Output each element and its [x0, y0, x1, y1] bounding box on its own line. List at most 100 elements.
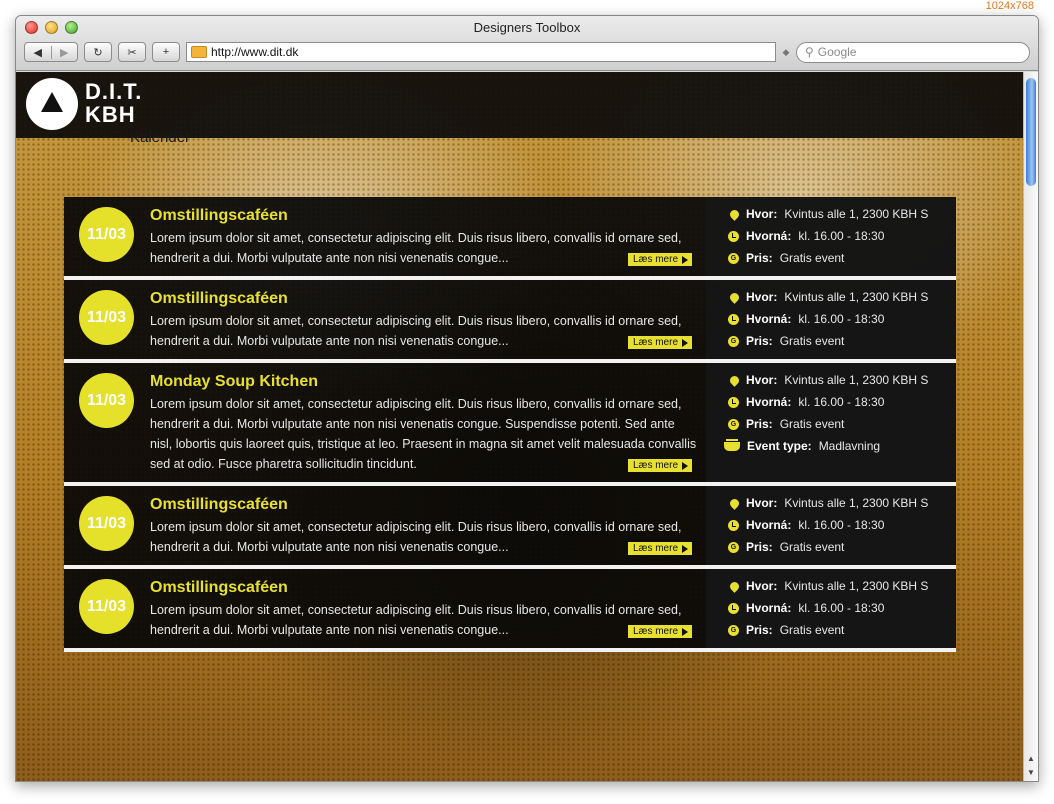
map-pin-icon — [728, 290, 741, 304]
snip-button[interactable]: ✂ — [118, 42, 146, 62]
when-row: Hvorná: kl. 16.00 - 18:30 — [728, 225, 956, 247]
event-description: Lorem ipsum dolor sit amet, consectetur … — [150, 231, 682, 265]
where-label: Hvor: — [746, 373, 778, 387]
event-details: Hvor: Kvintus alle 1, 2300 KBH S Hvorná: k… — [706, 363, 956, 482]
event-title[interactable]: Omstillingscaféen — [150, 207, 706, 225]
logo-triangle-icon — [41, 92, 63, 112]
event-title[interactable]: Omstillingscaféen — [150, 579, 706, 597]
when-label: Hvorná: — [746, 229, 792, 243]
back-forward-buttons: ◀ ▶ — [24, 42, 78, 62]
where-label: Hvor: — [746, 290, 778, 304]
read-more-button[interactable]: Læs mere — [627, 542, 692, 555]
where-value: Kvintus alle 1, 2300 KBH S — [784, 207, 929, 221]
browser-window: Designers Toolbox ◀ ▶ ↻ ✂ + http://www.d… — [15, 15, 1039, 782]
coin-icon: G — [728, 624, 739, 636]
where-value: Kvintus alle 1, 2300 KBH S — [784, 579, 929, 593]
search-icon: ⚲ — [805, 45, 814, 59]
map-pin-icon — [728, 373, 741, 387]
forward-button[interactable]: ▶ — [50, 45, 78, 59]
play-arrow-icon — [682, 255, 688, 264]
event-summary: 11/03 Omstillingscaféen Lorem ipsum dolo… — [64, 280, 706, 359]
map-pin-icon — [728, 579, 741, 593]
price-value: Gratis event — [779, 334, 845, 348]
logo-text[interactable]: D.I.T. KBH — [85, 80, 142, 126]
date-badge: 11/03 — [79, 290, 134, 345]
date-badge: 11/03 — [79, 496, 134, 551]
when-value: kl. 16.00 - 18:30 — [798, 601, 885, 615]
when-row: Hvorná: kl. 16.00 - 18:30 — [728, 391, 956, 413]
read-more-button[interactable]: Læs mere — [627, 336, 692, 349]
event-item: 11/03 Omstillingscaféen Lorem ipsum dolo… — [64, 197, 956, 280]
where-value: Kvintus alle 1, 2300 KBH S — [784, 496, 929, 510]
read-more-button[interactable]: Læs mere — [627, 459, 692, 472]
event-summary: 11/03 Omstillingscaféen Lorem ipsum dolo… — [64, 569, 706, 648]
logo-icon[interactable] — [26, 78, 78, 130]
price-row: G Pris: Gratis event — [728, 330, 956, 352]
logo-line-1: D.I.T. — [85, 79, 143, 104]
event-description: Lorem ipsum dolor sit amet, consectetur … — [150, 314, 682, 348]
scroll-down-icon[interactable]: ▼ — [1024, 768, 1038, 781]
scroll-thumb[interactable] — [1026, 78, 1036, 186]
event-title[interactable]: Monday Soup Kitchen — [150, 373, 706, 391]
when-label: Hvorná: — [746, 312, 792, 326]
play-arrow-icon — [682, 627, 688, 636]
when-value: kl. 16.00 - 18:30 — [798, 518, 885, 532]
price-value: Gratis event — [779, 623, 845, 637]
read-more-label: Læs mere — [632, 254, 678, 265]
search-field[interactable]: ⚲ Google — [796, 41, 1030, 63]
event-item: 11/03 Omstillingscaféen Lorem ipsum dolo… — [64, 569, 956, 652]
site-header: D.I.T. KBH Kalender — [16, 72, 1024, 146]
when-label: Hvorná: — [746, 601, 792, 615]
map-pin-icon — [728, 496, 741, 510]
logo-line-2: KBH — [85, 102, 136, 127]
event-description: Lorem ipsum dolor sit amet, consectetur … — [150, 520, 682, 554]
clock-icon — [728, 396, 739, 408]
vertical-scrollbar[interactable]: ▲ ▼ — [1023, 72, 1038, 781]
clock-icon — [728, 602, 739, 614]
reload-button[interactable]: ↻ — [84, 42, 112, 62]
when-label: Hvorná: — [746, 518, 792, 532]
event-title[interactable]: Omstillingscaféen — [150, 496, 706, 514]
when-row: Hvorná: kl. 16.00 - 18:30 — [728, 514, 956, 536]
event-description: Lorem ipsum dolor sit amet, consectetur … — [150, 397, 697, 471]
event-details: Hvor: Kvintus alle 1, 2300 KBH S Hvorná: k… — [706, 486, 956, 565]
event-summary: 11/03 Omstillingscaféen Lorem ipsum dolo… — [64, 197, 706, 276]
event-item: 11/03 Omstillingscaféen Lorem ipsum dolo… — [64, 486, 956, 569]
where-label: Hvor: — [746, 579, 778, 593]
read-more-button[interactable]: Læs mere — [627, 625, 692, 638]
address-bar[interactable]: http://www.dit.dk — [186, 42, 776, 62]
price-value: Gratis event — [779, 251, 845, 265]
event-type-value: Madlavning — [818, 439, 881, 453]
scroll-up-icon[interactable]: ▲ — [1024, 754, 1038, 767]
address-text: http://www.dit.dk — [211, 45, 299, 59]
event-summary: 11/03 Omstillingscaféen Lorem ipsum dolo… — [64, 486, 706, 565]
price-row: G Pris: Gratis event — [728, 413, 956, 435]
price-label: Pris: — [746, 540, 773, 554]
where-row: Hvor: Kvintus alle 1, 2300 KBH S — [728, 286, 956, 308]
price-row: G Pris: Gratis event — [728, 247, 956, 269]
price-value: Gratis event — [779, 540, 845, 554]
when-value: kl. 16.00 - 18:30 — [798, 312, 885, 326]
coin-icon: G — [728, 335, 739, 347]
back-button[interactable]: ◀ — [25, 46, 51, 59]
add-bookmark-button[interactable]: + — [152, 42, 180, 62]
site-folder-icon — [191, 46, 207, 58]
when-value: kl. 16.00 - 18:30 — [798, 395, 885, 409]
resize-handle-icon[interactable]: ◆ — [782, 47, 790, 58]
when-row: Hvorná: kl. 16.00 - 18:30 — [728, 308, 956, 330]
read-more-button[interactable]: Læs mere — [627, 253, 692, 266]
coin-icon: G — [728, 252, 739, 264]
where-row: Hvor: Kvintus alle 1, 2300 KBH S — [728, 492, 956, 514]
section-label: Kalender — [130, 129, 191, 146]
where-row: Hvor: Kvintus alle 1, 2300 KBH S — [728, 369, 956, 391]
coin-icon: G — [728, 418, 739, 430]
when-value: kl. 16.00 - 18:30 — [798, 229, 885, 243]
title-bar: Designers Toolbox ◀ ▶ ↻ ✂ + http://www.d… — [16, 16, 1038, 71]
coin-icon: G — [728, 541, 739, 553]
event-title[interactable]: Omstillingscaféen — [150, 290, 706, 308]
event-item: 11/03 Monday Soup Kitchen Lorem ipsum do… — [64, 363, 956, 486]
event-details: Hvor: Kvintus alle 1, 2300 KBH S Hvorná: k… — [706, 197, 956, 276]
price-value: Gratis event — [779, 417, 845, 431]
play-arrow-icon — [682, 338, 688, 347]
price-label: Pris: — [746, 623, 773, 637]
